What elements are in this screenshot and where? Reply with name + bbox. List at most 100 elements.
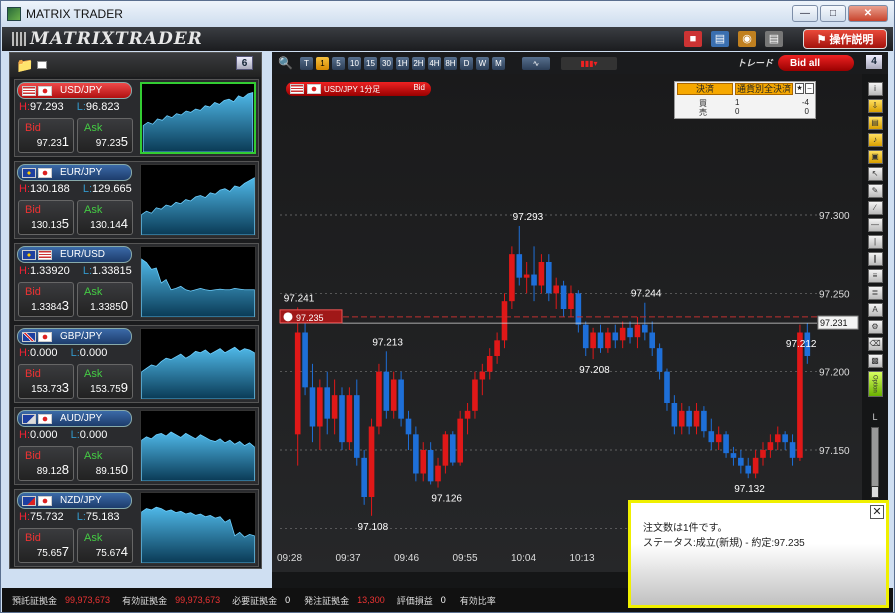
price-annotation: 97.108 bbox=[358, 522, 389, 533]
sparkline-area bbox=[141, 506, 255, 563]
sparkline-chart[interactable] bbox=[140, 328, 256, 400]
toolbox-icon[interactable]: ■ bbox=[684, 31, 702, 47]
flag-list-icon[interactable] bbox=[37, 61, 48, 69]
candlestick-chart[interactable]: 97.30097.25097.20097.15097.10009:2809:37… bbox=[272, 74, 862, 572]
bid-button[interactable]: Bid 130.135 bbox=[18, 200, 74, 235]
folder-icon[interactable]: 📁 bbox=[16, 57, 33, 74]
marker-icon[interactable]: ▣ bbox=[867, 150, 883, 164]
chart-page[interactable]: 4 bbox=[866, 55, 882, 69]
timeframe-t[interactable]: T bbox=[299, 56, 313, 70]
text-icon[interactable]: A bbox=[867, 303, 883, 317]
main-toolbar: MATRIXTRADER ■ ▤ ◉ ▤ ⚑ 操作説明 bbox=[2, 27, 893, 51]
channel-icon[interactable]: ∥ bbox=[867, 252, 883, 266]
fib-fan-icon[interactable]: ≣ bbox=[867, 286, 883, 300]
timeframe-15[interactable]: 15 bbox=[363, 56, 377, 70]
bell-icon[interactable]: ♪ bbox=[867, 133, 883, 147]
sparkline-area bbox=[141, 346, 255, 399]
help-button[interactable]: ⚑ 操作説明 bbox=[803, 29, 887, 49]
bid-button[interactable]: Bid 1.33843 bbox=[18, 282, 74, 317]
zoom-slider[interactable] bbox=[871, 427, 879, 498]
maximize-button[interactable]: □ bbox=[820, 5, 846, 22]
candle-body bbox=[656, 348, 663, 372]
ask-button[interactable]: Ask 75.674 bbox=[77, 528, 133, 563]
pen-icon[interactable]: ✎ bbox=[867, 184, 883, 198]
settle-all-tab[interactable]: 通貨別全決済 bbox=[735, 83, 793, 95]
cursor-icon[interactable]: ↖ bbox=[867, 167, 883, 181]
ask-button[interactable]: Ask 1.33850 bbox=[77, 282, 133, 317]
rate-card-nzd-jpy[interactable]: NZD/JPY H:75.732 L:75.183 Bid 75.657 Ask… bbox=[14, 489, 259, 567]
timeframe-1h[interactable]: 1H bbox=[395, 56, 409, 70]
rate-card-usd-jpy[interactable]: USD/JPY H:97.293 L:96.823 Bid 97.231 Ask… bbox=[14, 79, 259, 157]
timeframe-m[interactable]: M bbox=[491, 56, 505, 70]
save-icon[interactable]: ▤ bbox=[711, 31, 729, 47]
chart-type-icon[interactable]: ∿ bbox=[521, 56, 550, 70]
pair-name-badge[interactable]: AUD/JPY bbox=[17, 410, 132, 427]
pair-name-badge[interactable]: NZD/JPY bbox=[17, 492, 132, 509]
print-icon[interactable]: ▤ bbox=[765, 31, 783, 47]
close-notification-icon[interactable]: ✕ bbox=[870, 505, 884, 519]
tools-icon[interactable]: ⚙ bbox=[867, 320, 883, 334]
candle-body bbox=[767, 442, 774, 450]
bid-button[interactable]: Bid 97.231 bbox=[18, 118, 74, 153]
bid-button[interactable]: Bid 75.657 bbox=[18, 528, 74, 563]
rate-card-eur-jpy[interactable]: EUR/JPY H:130.188 L:129.665 Bid 130.135 … bbox=[14, 161, 259, 239]
ask-button[interactable]: Ask 130.144 bbox=[77, 200, 133, 235]
close-window-button[interactable]: ✕ bbox=[848, 5, 888, 22]
ask-button[interactable]: Ask 89.150 bbox=[77, 446, 133, 481]
zoom-handle[interactable] bbox=[871, 486, 879, 498]
jp-flag-icon bbox=[38, 331, 52, 342]
chart-icon[interactable]: ▤ bbox=[867, 116, 883, 130]
eraser-icon[interactable]: ⌫ bbox=[867, 337, 883, 351]
timeframe-8h[interactable]: 8H bbox=[443, 56, 457, 70]
footer-value: 0 bbox=[440, 595, 446, 605]
rate-card-eur-usd[interactable]: EUR/USD H:1.33920 L:1.33815 Bid 1.33843 … bbox=[14, 243, 259, 321]
chart-symbol-label[interactable]: USD/JPY 1分足 Bid bbox=[286, 82, 431, 96]
palette-icon[interactable]: ◉ bbox=[738, 31, 756, 47]
minimize-button[interactable]: — bbox=[792, 5, 818, 22]
fib-icon[interactable]: ≡ bbox=[867, 269, 883, 283]
bid-all-toggle[interactable]: Bid all bbox=[778, 55, 854, 71]
sparkline-chart[interactable] bbox=[140, 82, 256, 154]
bid-button[interactable]: Bid 153.733 bbox=[18, 364, 74, 399]
star-icon[interactable]: ★ bbox=[795, 83, 804, 94]
hline-icon[interactable]: — bbox=[867, 218, 883, 232]
help-icon: ⚑ bbox=[816, 33, 827, 46]
trend-icon[interactable]: ⇩ bbox=[867, 99, 883, 113]
rate-panel-page[interactable]: 6 bbox=[236, 56, 253, 70]
timeframe-5[interactable]: 5 bbox=[331, 56, 345, 70]
timeframe-d[interactable]: D bbox=[459, 56, 473, 70]
pair-name-badge[interactable]: EUR/JPY bbox=[17, 164, 132, 181]
settle-tab[interactable]: 決済 bbox=[677, 83, 733, 95]
ask-button[interactable]: Ask 97.235 bbox=[77, 118, 133, 153]
timeframe-10[interactable]: 10 bbox=[347, 56, 361, 70]
pair-name-badge[interactable]: USD/JPY bbox=[17, 82, 132, 99]
pair-name: GBP/JPY bbox=[60, 331, 103, 342]
line-icon[interactable]: ∕ bbox=[867, 201, 883, 215]
sparkline-chart[interactable] bbox=[140, 164, 256, 236]
rate-card-aud-jpy[interactable]: AUD/JPY H:0.000 L:0.000 Bid 89.128 Ask 8… bbox=[14, 407, 259, 485]
search-icon[interactable]: 🔍 bbox=[278, 56, 293, 70]
pair-name-badge[interactable]: EUR/USD bbox=[17, 246, 132, 263]
minimize-panel-icon[interactable]: – bbox=[805, 83, 814, 94]
ask-button[interactable]: Ask 153.759 bbox=[77, 364, 133, 399]
sparkline-chart[interactable] bbox=[140, 492, 256, 564]
option-icon[interactable]: Option bbox=[867, 371, 883, 397]
candle-body bbox=[730, 453, 737, 458]
timeframe-30[interactable]: 30 bbox=[379, 56, 393, 70]
trash-icon[interactable]: ▩ bbox=[867, 354, 883, 368]
timeframe-1[interactable]: 1 bbox=[315, 56, 329, 70]
info-icon[interactable]: i bbox=[867, 82, 883, 96]
chart-symbol-text: USD/JPY 1分足 bbox=[324, 84, 381, 94]
pair-name-badge[interactable]: GBP/JPY bbox=[17, 328, 132, 345]
timeframe-4h[interactable]: 4H bbox=[427, 56, 441, 70]
timeframe-w[interactable]: W bbox=[475, 56, 489, 70]
vline-icon[interactable]: | bbox=[867, 235, 883, 249]
gb-flag-icon bbox=[22, 331, 36, 342]
indicator-select[interactable]: ▮▮▮▾ bbox=[560, 56, 617, 70]
candle-body bbox=[383, 371, 390, 411]
sparkline-chart[interactable] bbox=[140, 246, 256, 318]
rate-card-gbp-jpy[interactable]: GBP/JPY H:0.000 L:0.000 Bid 153.733 Ask … bbox=[14, 325, 259, 403]
bid-button[interactable]: Bid 89.128 bbox=[18, 446, 74, 481]
timeframe-2h[interactable]: 2H bbox=[411, 56, 425, 70]
sparkline-chart[interactable] bbox=[140, 410, 256, 482]
